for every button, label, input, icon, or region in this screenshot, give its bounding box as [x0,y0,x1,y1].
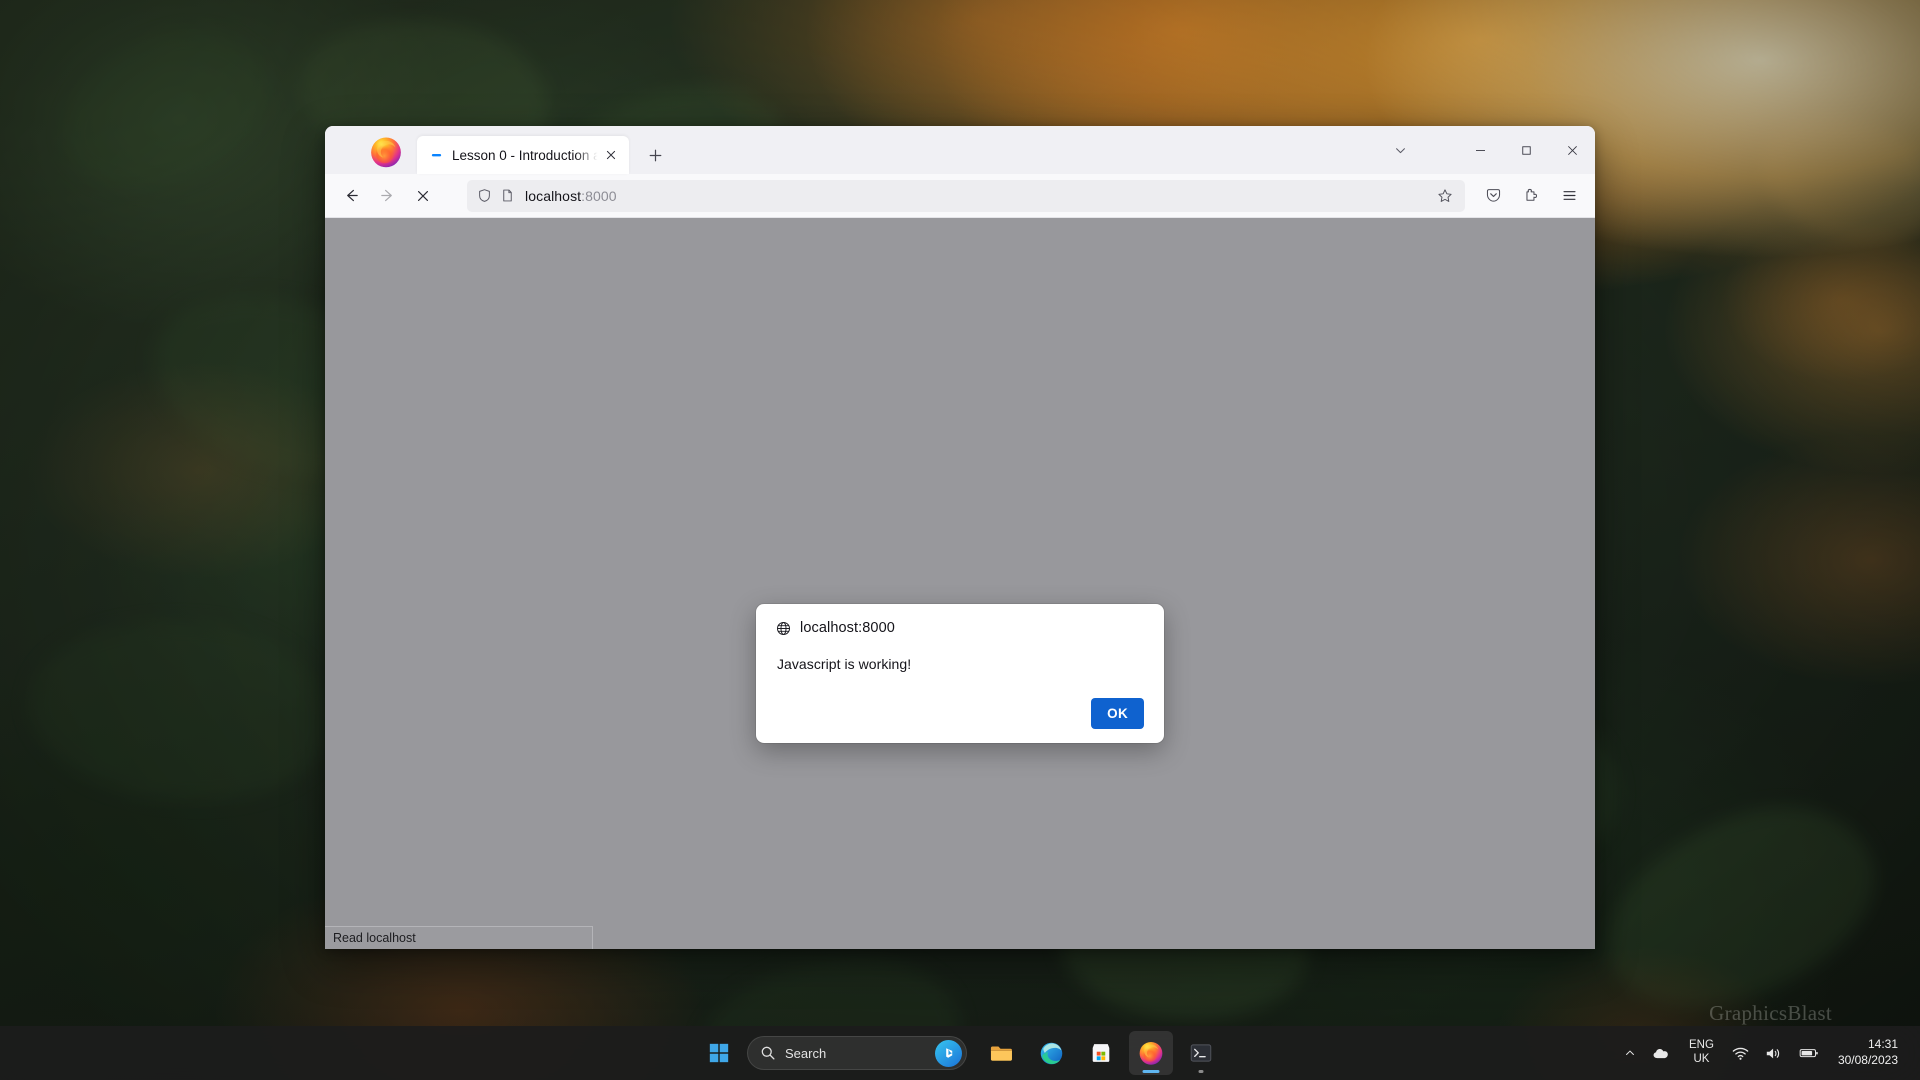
app-menu-button[interactable] [1551,180,1587,212]
tab-strip[interactable]: Lesson 0 - Introduction and Setup [325,126,1595,174]
store-icon [1092,1044,1110,1062]
pocket-save-icon [1486,189,1500,202]
forward-button[interactable] [369,180,405,212]
window-controls[interactable] [1377,126,1595,174]
cloud-icon [1653,1048,1668,1058]
bing-chat-icon[interactable] [935,1039,962,1067]
clock[interactable]: 14:31 30/08/2023 [1828,1037,1904,1069]
star-outline-icon [1438,188,1452,202]
maximize-button[interactable] [1503,126,1549,174]
battery-icon [1799,1049,1818,1058]
firefox-logo-icon [1139,1041,1163,1065]
navigation-toolbar[interactable]: localhost:8000 [325,174,1595,218]
folder-icon [990,1045,1012,1061]
stop-loading-icon [417,190,429,201]
status-bar: Read localhost [325,926,593,949]
terminal-icon [1190,1044,1212,1062]
tab-list-button[interactable] [1377,126,1423,174]
language-line-1: ENG [1689,1039,1714,1052]
search-icon [761,1046,775,1060]
volume-button[interactable] [1758,1033,1790,1073]
dialog-origin: localhost:8000 [800,620,895,636]
tray-overflow-button[interactable] [1617,1033,1643,1073]
generic-page-icon [429,148,443,162]
onedrive-button[interactable] [1645,1033,1678,1073]
system-tray[interactable]: ENG UK 14:31 30/08/2023 [1617,1026,1920,1080]
bookmark-button[interactable] [1431,182,1459,210]
taskbar-item-microsoft-edge[interactable] [1029,1031,1073,1075]
network-button[interactable] [1725,1033,1756,1073]
identity-box[interactable] [477,188,515,203]
chevron-down-icon [1395,147,1405,153]
dialog-message: Javascript is working! [777,656,912,672]
minimize-icon [1475,149,1485,151]
minimize-button[interactable] [1457,126,1503,174]
language-indicator[interactable]: ENG UK [1680,1039,1723,1066]
speaker-icon [1766,1048,1780,1058]
shield-icon [479,189,490,202]
new-tab-button[interactable] [639,139,671,171]
page-document-icon [503,189,512,202]
url-host: localhost [525,187,582,204]
taskbar-search-box[interactable]: Search [747,1036,967,1070]
search-placeholder: Search [785,1045,827,1061]
clock-date: 30/08/2023 [1837,1053,1898,1067]
toolbar-right-actions[interactable] [1475,180,1587,212]
url-bar[interactable]: localhost:8000 [467,179,1465,212]
plus-icon [649,149,661,161]
close-icon [1567,145,1577,155]
maximize-icon [1521,145,1531,155]
close-window-button[interactable] [1549,126,1595,174]
language-line-2: UK [1693,1053,1710,1065]
back-arrow-icon [346,189,358,202]
windows-logo-icon [709,1043,729,1063]
wifi-icon [1732,1047,1749,1060]
back-button[interactable] [333,180,369,212]
forward-arrow-icon [380,189,392,202]
taskbar[interactable]: Search ENG UK 14:31 30/08/2023 [0,1026,1920,1080]
watermark: GraphicsBlast [1709,1001,1832,1025]
taskbar-item-file-explorer[interactable] [979,1031,1023,1075]
pocket-button[interactable] [1475,180,1511,212]
extensions-button[interactable] [1513,180,1549,212]
window-controls-gap [1423,126,1457,174]
firefox-window[interactable]: Lesson 0 - Introduction and Setup [325,126,1595,949]
url-text[interactable]: localhost:8000 [525,188,1431,204]
close-icon[interactable] [601,145,621,165]
url-port: :8000 [581,187,617,204]
javascript-alert-dialog[interactable]: localhost:8000 Javascript is working! OK [756,604,1164,743]
battery-button[interactable] [1792,1033,1826,1073]
taskbar-center-group[interactable]: Search [697,1031,1223,1075]
clock-time: 14:31 [1867,1037,1898,1052]
edge-icon [1040,1042,1062,1064]
chevron-up-icon [1626,1050,1634,1055]
stop-loading-button[interactable] [405,180,441,212]
ok-button[interactable]: OK [1091,698,1144,729]
dialog-actions[interactable]: OK [776,698,1144,729]
firefox-logo-icon [371,137,401,168]
status-bar-text: Read localhost [333,931,416,945]
page-content[interactable]: localhost:8000 Javascript is working! OK… [325,218,1595,949]
dialog-header: localhost:8000 [776,620,1144,636]
puzzle-piece-icon [1525,188,1537,201]
tab-title: Lesson 0 - Introduction and Setup [452,147,599,163]
taskbar-item-firefox[interactable] [1129,1031,1173,1075]
taskbar-item-windows-terminal[interactable] [1179,1031,1223,1075]
globe-icon [777,621,790,635]
start-button[interactable] [697,1031,741,1075]
taskbar-item-microsoft-store[interactable] [1079,1031,1123,1075]
browser-tab[interactable]: Lesson 0 - Introduction and Setup [417,136,629,174]
hamburger-menu-icon [1562,191,1576,200]
